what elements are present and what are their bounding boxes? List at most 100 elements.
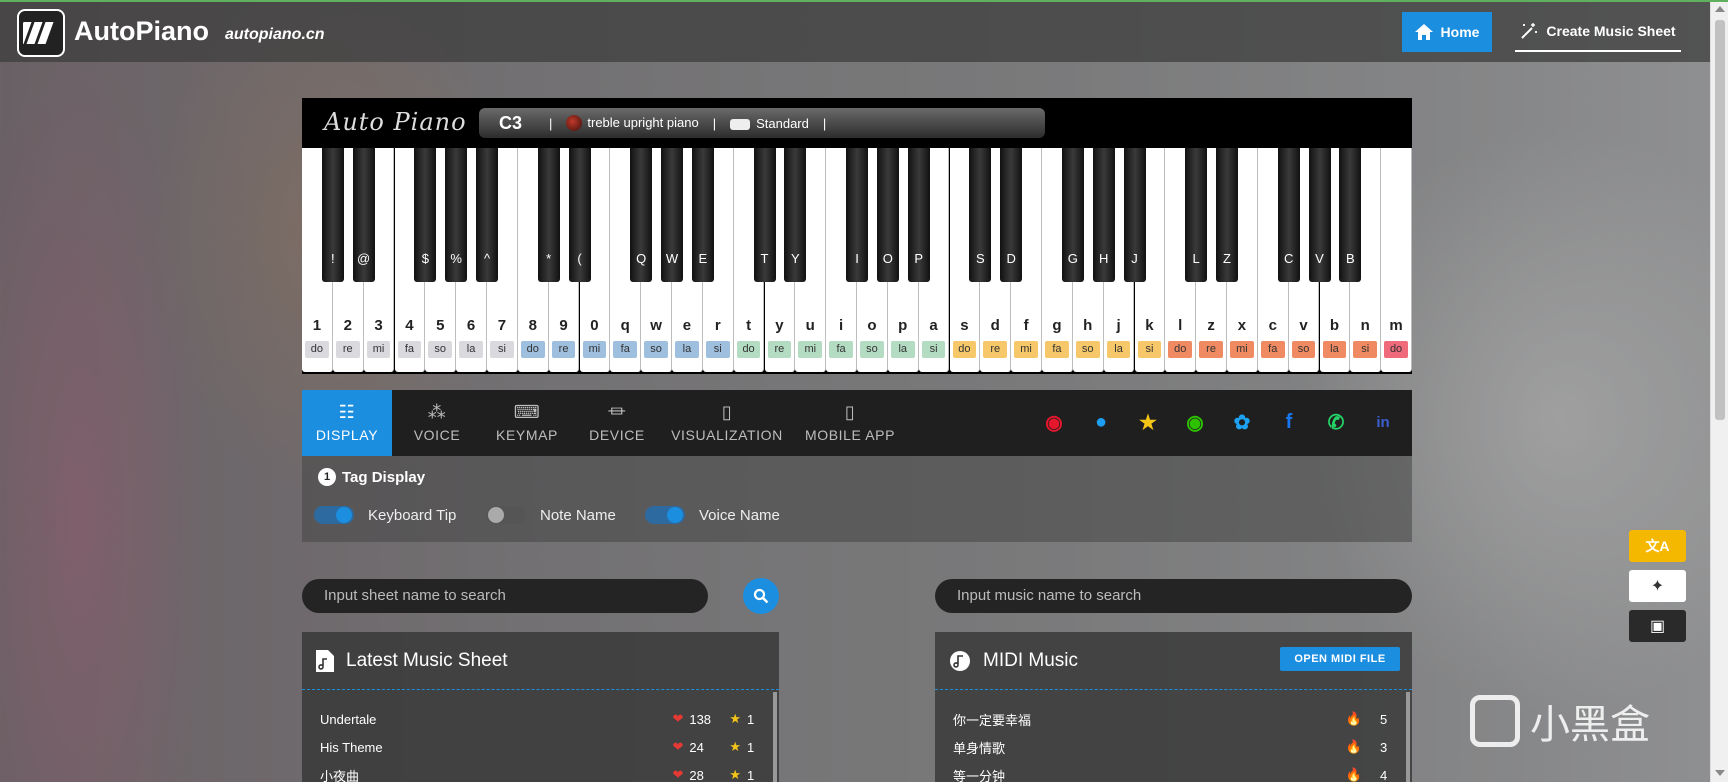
tab-label: VISUALIZATION [671,427,783,443]
midi-name[interactable]: 等一分钟 [953,766,1346,782]
heart-icon: ❤ [672,711,684,726]
panel-title: Latest Music Sheet [346,649,508,671]
tab-mobile-app[interactable]: ▯ MOBILE APP [792,390,908,456]
play-count: 3 [1380,739,1388,755]
key-label: p [898,317,908,334]
whatsapp-icon[interactable]: ✆ [1324,410,1348,434]
note-label: la [890,341,915,358]
current-key[interactable]: C3 [499,113,535,134]
panel-scrollbar[interactable] [1406,692,1410,782]
toggle-switch-off[interactable] [486,506,526,524]
toggle-switch-on[interactable] [645,506,685,524]
black-key[interactable]: Q [630,148,653,282]
tab-voice[interactable]: ⁂ VOICE [392,390,482,456]
black-key[interactable]: % [445,148,468,282]
tag-display-title: 1 Tag Display [318,468,425,486]
magic-tool-button[interactable]: ✦ [1629,570,1686,602]
mode-selector[interactable]: Standard [730,116,809,131]
black-key[interactable]: D [1000,148,1023,282]
black-key[interactable]: ( [568,148,591,282]
black-key[interactable]: I [846,148,868,282]
list-item[interactable]: 小夜曲 ❤ 28 ★ 1 [320,761,761,782]
sheet-name[interactable]: Undertale [320,712,672,727]
sheet-search-input[interactable]: Input sheet name to search [302,579,708,613]
instrument-selector[interactable]: treble upright piano [566,115,699,132]
black-key[interactable]: Z [1216,148,1238,282]
black-key[interactable]: J [1123,148,1146,282]
open-midi-file-button[interactable]: OPEN MIDI FILE [1280,647,1400,671]
qq-icon[interactable]: ● [1089,410,1113,434]
screenshot-button[interactable]: ▣ [1629,610,1686,642]
linkedin-icon[interactable]: in [1371,410,1395,434]
list-item[interactable]: Undertale ❤ 138 ★ 1 [320,705,761,733]
sheet-name[interactable]: 小夜曲 [320,766,672,782]
black-key[interactable]: O [876,148,899,282]
brand-name[interactable]: AutoPiano [74,16,209,47]
note-label: mi [798,341,823,358]
list-item[interactable]: 等一分钟 🔥 4 [953,761,1394,782]
list-item[interactable]: His Theme ❤ 24 ★ 1 [320,733,761,761]
black-key[interactable]: $ [414,148,437,282]
translate-button[interactable]: 文A [1629,530,1686,562]
home-button[interactable]: Home [1402,12,1492,52]
black-key[interactable]: P [907,148,930,282]
black-key[interactable]: T [753,148,776,282]
list-item[interactable]: 你一定要幸福 🔥 5 [953,705,1394,733]
autopiano-logo-icon[interactable] [17,9,65,57]
black-key[interactable]: G [1061,148,1084,282]
key-label: ! [331,251,335,266]
page-scrollbar[interactable] [1710,2,1728,782]
black-key[interactable]: Y [784,148,807,282]
tab-device[interactable]: ⏛ DEVICE [572,390,662,456]
midi-name[interactable]: 单身情歌 [953,738,1346,757]
black-key[interactable]: S [969,148,992,282]
key-label: q [620,317,630,334]
note-name-toggle[interactable]: Note Name [486,506,616,524]
midi-name[interactable]: 你一定要幸福 [953,710,1346,729]
key-label: w [650,317,662,334]
black-key[interactable]: ^ [476,148,498,282]
note-label: la [459,341,483,358]
key-label: e [682,317,692,334]
tab-display[interactable]: ☷ DISPLAY [302,390,392,456]
tab-visualization[interactable]: ▯ VISUALIZATION [662,390,792,456]
qzone-icon[interactable]: ★ [1136,410,1160,434]
scroll-down-arrow[interactable] [1715,770,1725,776]
black-key[interactable]: @ [352,148,375,282]
facebook-icon[interactable]: f [1277,410,1301,434]
black-key[interactable]: * [537,148,560,282]
sheet-name[interactable]: His Theme [320,740,672,755]
music-file-icon [316,649,334,672]
key-label: j [1116,317,1121,334]
black-key[interactable]: H [1092,148,1115,282]
black-key[interactable]: W [661,148,683,282]
black-key[interactable]: L [1185,148,1208,282]
control-tabs: ☷ DISPLAY ⁂ VOICE ⌨ KEYMAP ⏛ DEVICE ▯ VI… [302,390,1412,456]
create-music-sheet-button[interactable]: Create Music Sheet [1515,12,1681,52]
tab-keymap[interactable]: ⌨ KEYMAP [482,390,572,456]
black-key[interactable]: C [1277,148,1300,282]
scroll-up-arrow[interactable] [1715,6,1725,12]
search-button[interactable] [743,578,779,614]
star-icon: ★ [729,711,741,726]
key-label: J [1131,251,1138,266]
music-search-input[interactable]: Input music name to search [935,579,1412,613]
black-key[interactable]: E [691,148,714,282]
separator: | [549,115,553,131]
black-key[interactable]: V [1308,148,1331,282]
panel-scrollbar[interactable] [773,692,777,782]
toggle-switch-on[interactable] [314,506,354,524]
keyboard-tip-toggle[interactable]: Keyboard Tip [314,506,456,524]
note-label: so [1291,341,1316,358]
scroll-thumb[interactable] [1715,20,1725,420]
wechat-icon[interactable]: ◉ [1183,410,1207,434]
key-label: d [990,317,1000,334]
weibo-icon[interactable]: ◉ [1042,410,1066,434]
black-key[interactable]: ! [321,148,344,282]
voice-name-toggle[interactable]: Voice Name [645,506,780,524]
black-key[interactable]: B [1339,148,1362,282]
twitter-icon[interactable]: ✿ [1230,410,1254,434]
like-count: 24 [689,739,704,755]
list-item[interactable]: 单身情歌 🔥 3 [953,733,1394,761]
white-key[interactable]: m do [1381,148,1412,372]
